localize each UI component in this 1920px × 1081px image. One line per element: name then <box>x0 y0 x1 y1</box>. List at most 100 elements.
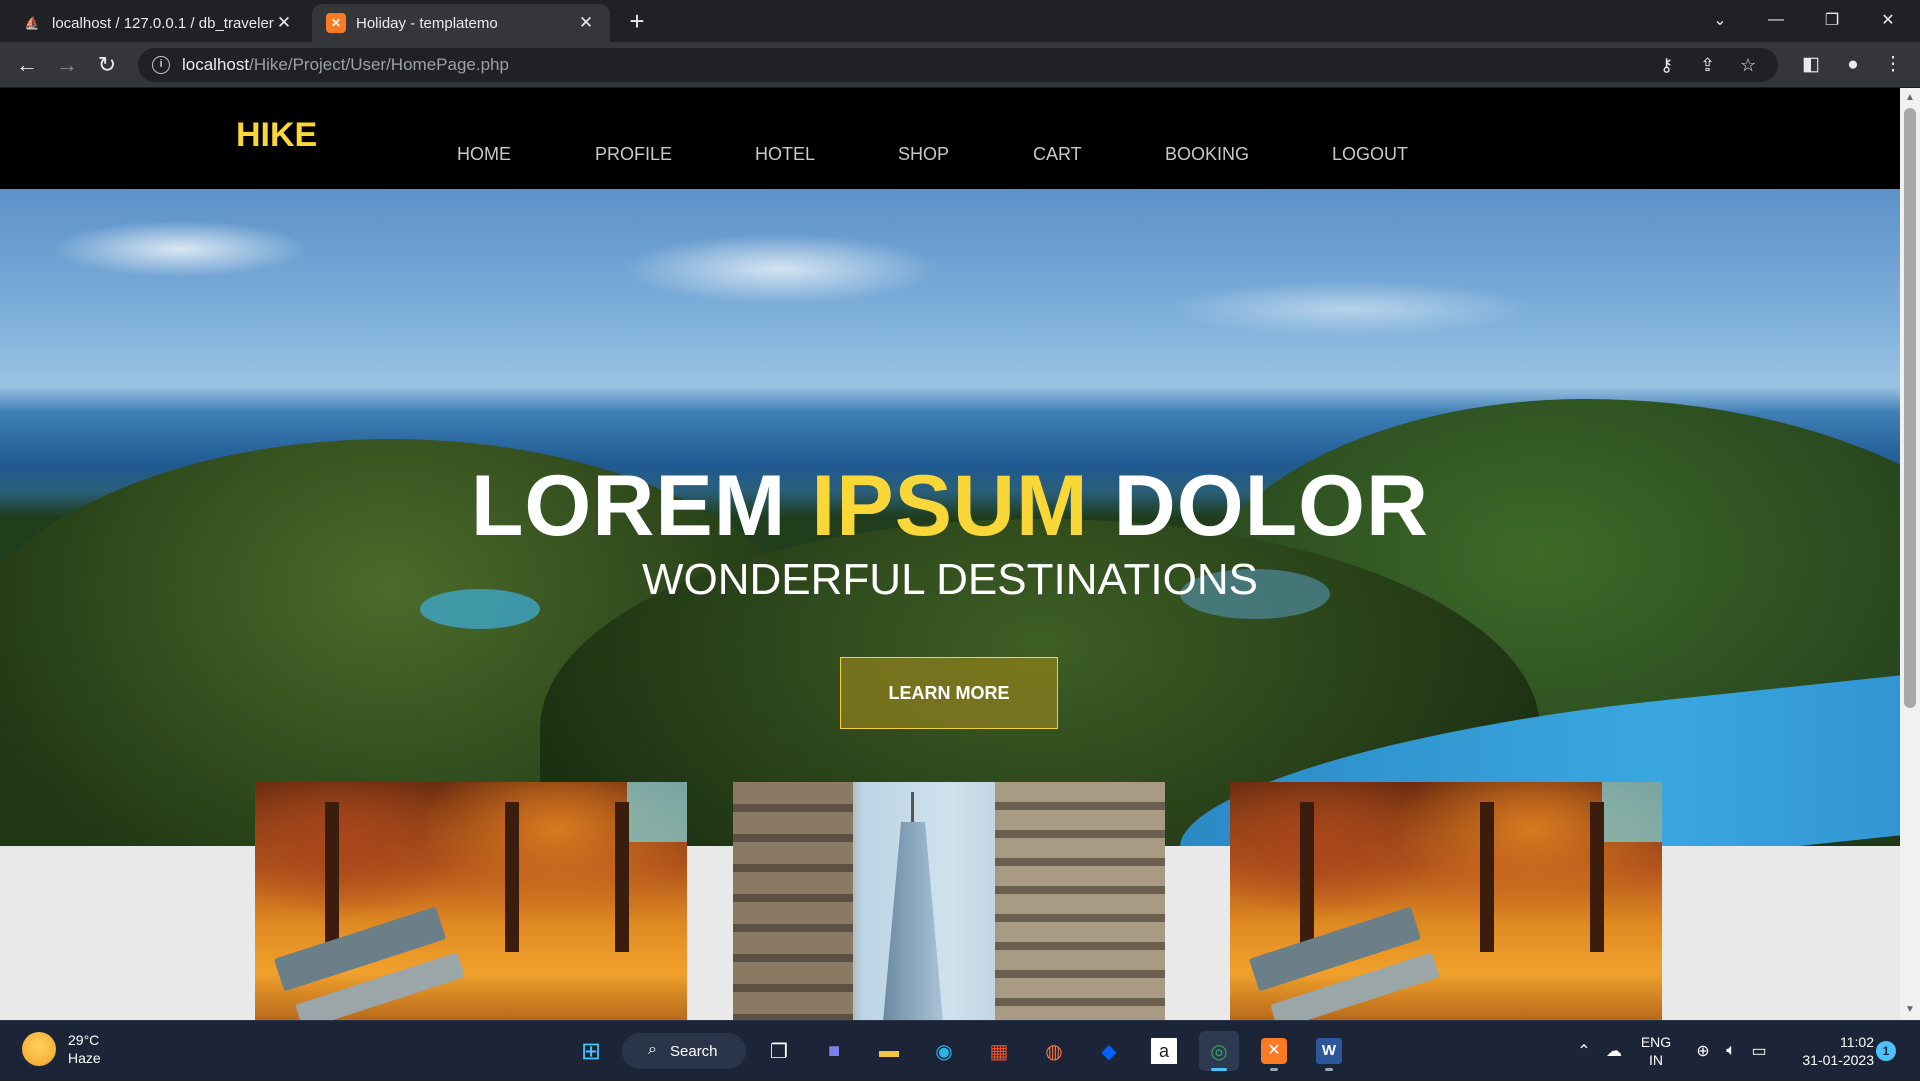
folder-icon: ▬ <box>879 1039 899 1062</box>
destination-card-image[interactable] <box>255 782 687 1020</box>
nav-booking[interactable]: BOOKING <box>1165 144 1249 165</box>
hero-title-word: LOREM <box>470 458 787 554</box>
clock-time: 11:02 <box>1840 1034 1874 1050</box>
browser-toolbar: ← → ↻ i localhost/Hike/Project/User/Home… <box>0 42 1920 88</box>
volume-icon[interactable]: 🔈︎ <box>1718 1021 1744 1081</box>
destination-card-image[interactable] <box>1230 782 1662 1020</box>
image-building <box>995 782 1165 1020</box>
nav-cart[interactable]: CART <box>1033 144 1082 165</box>
menu-kebab-icon[interactable]: ⋮ <box>1878 50 1908 80</box>
page-scrollbar[interactable]: ▲ ▼ <box>1900 88 1920 1020</box>
site-logo[interactable]: HIKE <box>236 116 317 155</box>
forward-arrow-icon[interactable]: → <box>52 50 82 80</box>
image-tower <box>883 822 943 1020</box>
tab-holiday[interactable]: ✕ Holiday - templatemo ✕ <box>312 4 610 42</box>
image-tree <box>1480 802 1494 952</box>
notification-badge[interactable]: 1 <box>1876 1041 1896 1061</box>
clock-date: 31-01-2023 <box>1802 1052 1874 1068</box>
system-clock[interactable]: 11:02 31-01-2023 <box>1780 1033 1874 1069</box>
image-tree <box>505 802 519 952</box>
profile-icon[interactable]: ● <box>1838 50 1868 80</box>
edge-button[interactable]: ◉ <box>924 1031 964 1071</box>
task-view-button[interactable]: ❐ <box>759 1031 799 1071</box>
hero-title-highlight: IPSUM <box>811 458 1089 554</box>
site-header: HIKE HOME PROFILE HOTEL SHOP CART BOOKIN… <box>0 88 1900 189</box>
tab-search-chevron-icon[interactable]: ⌄ <box>1692 0 1748 40</box>
page-viewport: HIKE HOME PROFILE HOTEL SHOP CART BOOKIN… <box>0 88 1900 1020</box>
store-icon: ▦ <box>989 1040 1009 1063</box>
language-code: ENG <box>1640 1034 1672 1050</box>
image-sky <box>1602 782 1662 842</box>
star-icon[interactable]: ☆ <box>1740 48 1756 82</box>
hero-subtitle: WONDERFUL DESTINATIONS <box>641 555 1259 604</box>
video-chat-icon: ■ <box>827 1039 841 1062</box>
language-indicator[interactable]: ENG IN <box>1636 1033 1676 1069</box>
nav-shop[interactable]: SHOP <box>898 144 949 165</box>
tab-phpmyadmin[interactable]: ⛵ localhost / 127.0.0.1 / db_traveler ✕ <box>8 4 308 42</box>
image-sky <box>627 782 687 842</box>
teams-chat-button[interactable]: ■ <box>814 1031 854 1071</box>
nav-home[interactable]: HOME <box>457 144 511 165</box>
minimize-button[interactable]: — <box>1748 0 1804 40</box>
close-window-button[interactable]: ✕ <box>1860 0 1916 40</box>
image-building <box>733 782 853 1020</box>
destination-card-image[interactable] <box>733 782 1165 1020</box>
dropbox-icon: ◆ <box>1101 1040 1117 1063</box>
word-button[interactable]: W <box>1309 1031 1349 1071</box>
nav-hotel[interactable]: HOTEL <box>755 144 815 165</box>
reload-icon[interactable]: ↻ <box>92 50 122 80</box>
back-arrow-icon[interactable]: ← <box>12 50 42 80</box>
file-explorer-button[interactable]: ▬ <box>869 1031 909 1071</box>
new-tab-button[interactable]: + <box>622 6 652 36</box>
battery-icon[interactable]: ▭ <box>1746 1021 1772 1081</box>
network-globe-icon[interactable]: ⊕ <box>1690 1021 1716 1081</box>
side-panel-icon[interactable]: ◧ <box>1796 50 1826 80</box>
dropbox-button[interactable]: ◆ <box>1089 1031 1129 1071</box>
amazon-button[interactable]: a <box>1144 1031 1184 1071</box>
tab-title: Holiday - templatemo <box>356 14 498 32</box>
running-indicator <box>1270 1068 1278 1071</box>
windows-taskbar: 29°C Haze ⊞ ⌕ Search ❐ ■ ▬ ◉ ▦ ◍ ◆ a ◎ ✕… <box>0 1020 1920 1080</box>
hero-banner: LOREM IPSUM DOLOR WONDERFUL DESTINATIONS… <box>0 189 1900 846</box>
hero-title-word: DOLOR <box>1113 458 1430 554</box>
weather-temperature: 29°C <box>68 1032 100 1048</box>
xampp-icon: ✕ <box>326 13 346 33</box>
show-hidden-icons-chevron-icon[interactable]: ⌃ <box>1572 1021 1596 1081</box>
image-tree <box>325 802 339 952</box>
scrollbar-thumb[interactable] <box>1904 108 1916 708</box>
scroll-up-arrow-icon[interactable]: ▲ <box>1900 90 1920 106</box>
nav-logout[interactable]: LOGOUT <box>1332 144 1408 165</box>
amazon-icon: a <box>1151 1038 1177 1064</box>
key-icon[interactable]: ⚷ <box>1660 48 1673 82</box>
windows-logo-icon: ⊞ <box>580 1037 602 1065</box>
weather-condition: Haze <box>68 1050 101 1066</box>
image-tree <box>615 802 629 952</box>
info-icon[interactable]: i <box>152 56 170 74</box>
xampp-button[interactable]: ✕ <box>1254 1031 1294 1071</box>
image-tree <box>1300 802 1314 952</box>
browser-tab-strip: ⛵ localhost / 127.0.0.1 / db_traveler ✕ … <box>0 0 1920 42</box>
weather-widget[interactable]: 29°C Haze <box>22 1031 101 1067</box>
chrome-button[interactable]: ◎ <box>1199 1031 1239 1071</box>
word-icon: W <box>1316 1038 1342 1064</box>
taskbar-search[interactable]: ⌕ Search <box>622 1033 746 1069</box>
hero-title: LOREM IPSUM DOLOR <box>0 457 1900 556</box>
tab-title: localhost / 127.0.0.1 / db_traveler <box>52 14 274 32</box>
store-button[interactable]: ▦ <box>979 1031 1019 1071</box>
task-view-icon: ❐ <box>770 1040 788 1063</box>
close-icon[interactable]: ✕ <box>576 13 596 33</box>
learn-more-button[interactable]: LEARN MORE <box>840 657 1058 729</box>
address-bar[interactable]: i localhost/Hike/Project/User/HomePage.p… <box>138 48 1778 82</box>
scroll-down-arrow-icon[interactable]: ▼ <box>1900 1002 1920 1018</box>
firefox-icon: ◍ <box>1045 1040 1063 1063</box>
onedrive-icon[interactable]: ☁ <box>1600 1021 1628 1081</box>
restore-button[interactable]: ❐ <box>1804 0 1860 40</box>
share-icon[interactable]: ⇪ <box>1700 48 1715 82</box>
firefox-button[interactable]: ◍ <box>1034 1031 1074 1071</box>
url-host: localhost <box>182 55 250 74</box>
start-button[interactable]: ⊞ <box>571 1031 611 1071</box>
image-tree <box>1590 802 1604 952</box>
chrome-icon: ◎ <box>1210 1040 1228 1063</box>
nav-profile[interactable]: PROFILE <box>595 144 672 165</box>
close-icon[interactable]: ✕ <box>274 13 294 33</box>
